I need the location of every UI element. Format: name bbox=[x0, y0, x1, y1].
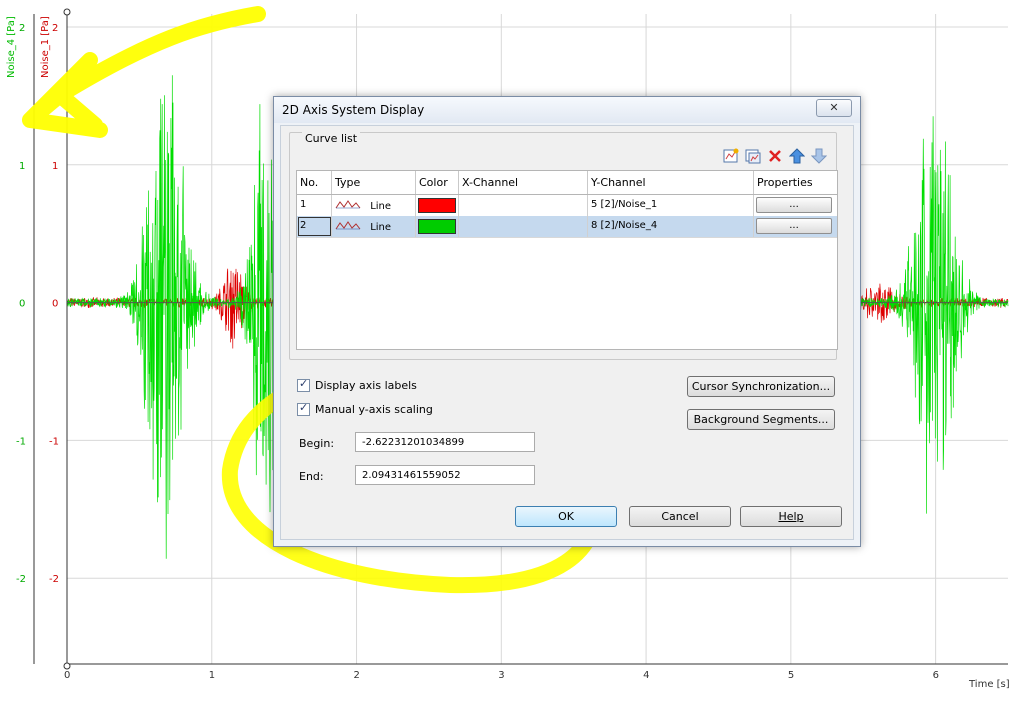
y-tick-label-left: -1 bbox=[16, 436, 26, 447]
curve-table-header: No. Type Color X-Channel Y-Channel Prope… bbox=[297, 171, 837, 195]
delete-curve-icon[interactable] bbox=[766, 147, 784, 165]
dialog-titlebar[interactable]: 2D Axis System Display ✕ bbox=[274, 97, 860, 123]
display-axis-labels-checkbox[interactable]: Display axis labels bbox=[297, 377, 417, 392]
row-x-channel[interactable] bbox=[459, 216, 588, 237]
row-type[interactable]: Line bbox=[332, 216, 416, 237]
move-up-icon[interactable] bbox=[788, 147, 806, 165]
y-tick-label-right: -1 bbox=[49, 436, 59, 447]
col-properties[interactable]: Properties bbox=[754, 171, 835, 194]
begin-field[interactable]: -2.62231201034899 bbox=[355, 432, 535, 452]
dialog-body: Curve list No. Type Color X-Channel Y-Ch… bbox=[280, 125, 854, 540]
row-color[interactable] bbox=[416, 195, 459, 216]
table-row[interactable]: 2 Line 8 [2]/Noise_4 ... bbox=[297, 216, 837, 238]
y-tick-label-left: 1 bbox=[19, 161, 25, 172]
annotation-arrow bbox=[22, 6, 266, 138]
display-axis-labels-label: Display axis labels bbox=[315, 379, 417, 392]
manual-scaling-label: Manual y-axis scaling bbox=[315, 403, 433, 416]
end-label: End: bbox=[299, 470, 324, 483]
close-icon[interactable]: ✕ bbox=[816, 99, 852, 117]
y-tick-label-left: 0 bbox=[19, 299, 25, 310]
dialog-title: 2D Axis System Display bbox=[282, 103, 425, 117]
row-properties: ... bbox=[754, 216, 835, 237]
color-swatch-red bbox=[418, 198, 456, 213]
col-no[interactable]: No. bbox=[297, 171, 332, 194]
x-tick-label: 5 bbox=[788, 670, 794, 681]
y-axis-label-noise4: Noise_4 [Pa] bbox=[6, 16, 17, 78]
row-color[interactable] bbox=[416, 216, 459, 237]
x-tick-label: 6 bbox=[933, 670, 939, 681]
cursor-sync-button[interactable]: Cursor Synchronization... bbox=[687, 376, 835, 397]
move-down-icon[interactable] bbox=[810, 147, 828, 165]
col-x-channel[interactable]: X-Channel bbox=[459, 171, 588, 194]
curve-list-label: Curve list bbox=[302, 132, 361, 145]
new-curve-icon[interactable] bbox=[722, 147, 740, 165]
end-field[interactable]: 2.09431461559052 bbox=[355, 465, 535, 485]
curve-list-group: Curve list No. Type Color X-Channel Y-Ch… bbox=[289, 132, 838, 360]
color-swatch-green bbox=[418, 219, 456, 234]
curve-toolbar bbox=[722, 147, 828, 165]
begin-label: Begin: bbox=[299, 437, 335, 450]
ok-button[interactable]: OK bbox=[515, 506, 617, 527]
y-tick-label-left: -2 bbox=[16, 574, 26, 585]
checkbox-box[interactable] bbox=[297, 377, 310, 392]
x-axis-label: Time [s] bbox=[968, 679, 1010, 690]
axis-system-dialog: 2D Axis System Display ✕ Curve list No. … bbox=[273, 96, 861, 547]
x-tick-label: 0 bbox=[64, 670, 70, 681]
help-button[interactable]: Help bbox=[740, 506, 842, 527]
col-color[interactable]: Color bbox=[416, 171, 459, 194]
axis-handle[interactable] bbox=[63, 8, 71, 16]
x-tick-label: 4 bbox=[643, 670, 649, 681]
y-tick-label-left: 2 bbox=[19, 23, 25, 34]
checkbox-box[interactable] bbox=[297, 401, 310, 416]
row-no: 1 bbox=[297, 195, 332, 216]
col-type[interactable]: Type bbox=[332, 171, 416, 194]
edit-curve-icon[interactable] bbox=[744, 147, 762, 165]
properties-button[interactable]: ... bbox=[756, 197, 832, 213]
line-type-icon bbox=[335, 200, 361, 209]
y-tick-label-right: 1 bbox=[52, 161, 58, 172]
y-tick-label-right: 2 bbox=[52, 23, 58, 34]
row-y-channel[interactable]: 8 [2]/Noise_4 bbox=[588, 216, 754, 237]
y-tick-label-right: 0 bbox=[52, 299, 58, 310]
row-type[interactable]: Line bbox=[332, 195, 416, 216]
axis-handle[interactable] bbox=[63, 662, 71, 670]
y-axis-label-noise1: Noise_1 [Pa] bbox=[40, 16, 51, 78]
table-row[interactable]: 1 Line 5 [2]/Noise_1 ... bbox=[297, 195, 837, 217]
manual-scaling-checkbox[interactable]: Manual y-axis scaling bbox=[297, 401, 433, 416]
line-type-icon bbox=[335, 221, 361, 230]
row-type-label: Line bbox=[370, 201, 392, 212]
x-tick-label: 1 bbox=[209, 670, 215, 681]
row-no: 2 bbox=[297, 216, 332, 237]
curve-table: No. Type Color X-Channel Y-Channel Prope… bbox=[296, 170, 838, 350]
col-y-channel[interactable]: Y-Channel bbox=[588, 171, 754, 194]
row-type-label: Line bbox=[370, 222, 392, 233]
x-tick-label: 2 bbox=[354, 670, 360, 681]
cancel-button[interactable]: Cancel bbox=[629, 506, 731, 527]
row-y-channel[interactable]: 5 [2]/Noise_1 bbox=[588, 195, 754, 216]
y-tick-label-right: -2 bbox=[49, 574, 59, 585]
row-x-channel[interactable] bbox=[459, 195, 588, 216]
background-segments-button[interactable]: Background Segments... bbox=[687, 409, 835, 430]
properties-button[interactable]: ... bbox=[756, 218, 832, 234]
x-tick-label: 3 bbox=[498, 670, 504, 681]
row-properties: ... bbox=[754, 195, 835, 216]
